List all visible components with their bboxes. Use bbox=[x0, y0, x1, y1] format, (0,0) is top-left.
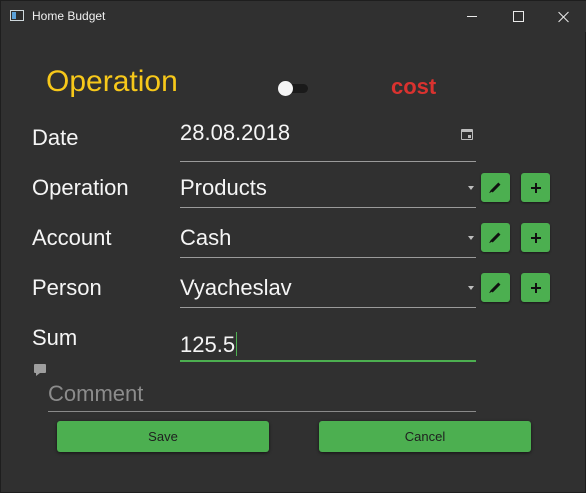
app-window: Home Budget Operation cost Date 28.08.20… bbox=[0, 0, 586, 493]
operation-label: Operation bbox=[32, 175, 129, 200]
chevron-down-icon bbox=[468, 186, 474, 190]
title-bar: Home Budget bbox=[1, 1, 586, 32]
account-label: Account bbox=[32, 225, 112, 250]
text-caret bbox=[236, 332, 238, 356]
add-person-button[interactable] bbox=[521, 273, 550, 302]
cancel-button[interactable]: Cancel bbox=[319, 421, 531, 452]
sum-text: 125.5 bbox=[180, 332, 236, 357]
type-toggle[interactable] bbox=[278, 81, 308, 96]
plus-icon bbox=[530, 232, 541, 243]
comment-placeholder: Comment bbox=[48, 381, 144, 406]
operation-value: Products bbox=[180, 175, 267, 200]
comment-icon bbox=[34, 364, 46, 376]
page-title: Operation bbox=[46, 65, 178, 98]
add-operation-button[interactable] bbox=[521, 173, 550, 202]
close-button[interactable] bbox=[541, 1, 586, 32]
window-title: Home Budget bbox=[32, 9, 106, 23]
calendar-icon[interactable] bbox=[461, 129, 473, 140]
pencil-icon bbox=[490, 282, 501, 293]
chevron-down-icon bbox=[468, 286, 474, 290]
edit-operation-button[interactable] bbox=[481, 173, 510, 202]
sum-value: 125.5 bbox=[180, 332, 238, 358]
close-icon bbox=[558, 11, 570, 23]
add-account-button[interactable] bbox=[521, 223, 550, 252]
sum-input[interactable]: 125.5 bbox=[180, 324, 476, 362]
pencil-icon bbox=[490, 232, 501, 243]
maximize-icon bbox=[512, 11, 524, 22]
edit-person-button[interactable] bbox=[481, 273, 510, 302]
minimize-icon bbox=[467, 16, 477, 17]
sum-label: Sum bbox=[32, 325, 78, 350]
account-value: Cash bbox=[180, 225, 232, 250]
person-label: Person bbox=[32, 275, 102, 300]
plus-icon bbox=[530, 282, 541, 293]
edit-account-button[interactable] bbox=[481, 223, 510, 252]
pencil-icon bbox=[490, 182, 501, 193]
date-label: Date bbox=[32, 125, 79, 150]
operation-type-label: cost bbox=[391, 74, 437, 99]
account-select[interactable]: Cash bbox=[180, 221, 476, 258]
minimize-button[interactable] bbox=[449, 1, 495, 32]
plus-icon bbox=[530, 182, 541, 193]
chevron-down-icon bbox=[468, 236, 474, 240]
person-value: Vyacheslav bbox=[180, 275, 292, 300]
save-button[interactable]: Save bbox=[57, 421, 269, 452]
maximize-button[interactable] bbox=[495, 1, 541, 32]
date-value: 28.08.2018 bbox=[180, 120, 291, 145]
toggle-thumb bbox=[278, 81, 293, 96]
date-field[interactable]: 28.08.2018 bbox=[180, 120, 476, 162]
comment-input[interactable]: Comment bbox=[48, 376, 476, 412]
app-icon bbox=[10, 10, 24, 21]
operation-select[interactable]: Products bbox=[180, 171, 476, 208]
person-select[interactable]: Vyacheslav bbox=[180, 271, 476, 308]
